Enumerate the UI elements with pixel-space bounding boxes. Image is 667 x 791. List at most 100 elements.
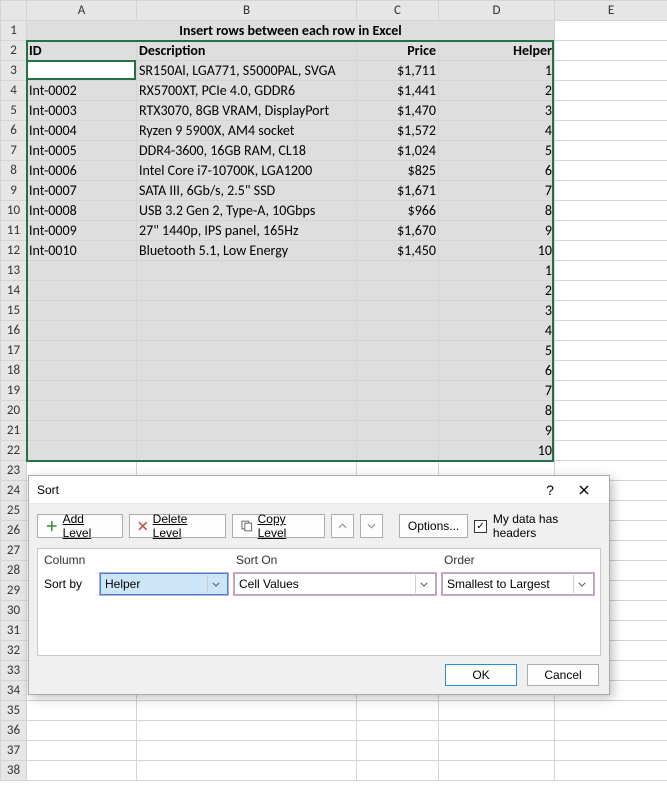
row-header[interactable]: 11 (1, 221, 27, 241)
cell[interactable] (555, 201, 667, 221)
header-price[interactable]: Price (357, 41, 439, 61)
cell-id[interactable]: Int-0005 (27, 141, 137, 161)
row-header[interactable]: 4 (1, 81, 27, 101)
row-header[interactable]: 20 (1, 401, 27, 421)
cell[interactable] (27, 301, 137, 321)
cell-helper[interactable]: 4 (439, 321, 555, 341)
cell[interactable] (555, 301, 667, 321)
cell[interactable] (357, 441, 439, 461)
dialog-close-button[interactable] (567, 479, 601, 501)
cell[interactable] (555, 241, 667, 261)
cell-description[interactable]: RTX3070, 8GB VRAM, DisplayPort (137, 101, 357, 121)
cell[interactable] (27, 381, 137, 401)
cell-description[interactable]: Intel Core i7-10700K, LGA1200 (137, 161, 357, 181)
cell[interactable] (27, 341, 137, 361)
move-up-button[interactable] (331, 514, 354, 538)
cell[interactable] (555, 321, 667, 341)
sort-order-combo[interactable]: Smallest to Largest (442, 573, 594, 595)
row-header[interactable]: 24 (1, 481, 27, 501)
move-down-button[interactable] (360, 514, 383, 538)
row-header[interactable]: 31 (1, 621, 27, 641)
cell-helper[interactable]: 3 (439, 101, 555, 121)
cell[interactable] (555, 441, 667, 461)
options-button[interactable]: Options... (399, 514, 468, 538)
cell-description[interactable]: RX5700XT, PCIe 4.0, GDDR6 (137, 81, 357, 101)
header-description[interactable]: Description (137, 41, 357, 61)
row-header[interactable]: 17 (1, 341, 27, 361)
cancel-button[interactable]: Cancel (527, 664, 599, 686)
cell[interactable] (137, 281, 357, 301)
col-header-D[interactable]: D (439, 1, 555, 21)
cell-price[interactable]: $825 (357, 161, 439, 181)
cell[interactable] (555, 281, 667, 301)
cell[interactable] (357, 421, 439, 441)
row-header[interactable]: 27 (1, 541, 27, 561)
cell-helper[interactable]: 2 (439, 81, 555, 101)
cell[interactable] (439, 701, 555, 721)
cell[interactable] (137, 361, 357, 381)
dialog-titlebar[interactable]: Sort ? (29, 476, 609, 504)
row-header[interactable]: 19 (1, 381, 27, 401)
title-cell[interactable]: Insert rows between each row in Excel (27, 21, 555, 41)
row-header[interactable]: 8 (1, 161, 27, 181)
row-header[interactable]: 18 (1, 361, 27, 381)
cell[interactable] (555, 21, 667, 41)
cell-helper[interactable]: 5 (439, 341, 555, 361)
cell-id[interactable]: Int-0002 (27, 81, 137, 101)
cell-id[interactable]: Int-0006 (27, 161, 137, 181)
row-header[interactable]: 23 (1, 461, 27, 481)
cell[interactable] (137, 721, 357, 741)
cell-helper[interactable]: 1 (439, 261, 555, 281)
cell-price[interactable]: $1,572 (357, 121, 439, 141)
cell[interactable] (357, 361, 439, 381)
col-header-C[interactable]: C (357, 1, 439, 21)
row-header[interactable]: 32 (1, 641, 27, 661)
cell[interactable] (27, 361, 137, 381)
row-header[interactable]: 29 (1, 581, 27, 601)
copy-level-button[interactable]: Copy Level (232, 514, 324, 538)
add-level-button[interactable]: Add Level (37, 514, 123, 538)
row-header[interactable]: 38 (1, 761, 27, 781)
row-header[interactable]: 34 (1, 681, 27, 701)
cell[interactable] (357, 401, 439, 421)
cell[interactable] (27, 421, 137, 441)
cell[interactable] (555, 341, 667, 361)
cell-description[interactable]: Bluetooth 5.1, Low Energy (137, 241, 357, 261)
select-all-corner[interactable] (1, 1, 27, 21)
row-header[interactable]: 12 (1, 241, 27, 261)
cell-helper[interactable]: 10 (439, 241, 555, 261)
cell[interactable] (137, 301, 357, 321)
row-header[interactable]: 16 (1, 321, 27, 341)
cell[interactable] (555, 61, 667, 81)
cell[interactable] (555, 741, 667, 761)
cell[interactable] (555, 41, 667, 61)
cell[interactable] (555, 361, 667, 381)
cell[interactable] (27, 721, 137, 741)
cell-helper[interactable]: 8 (439, 401, 555, 421)
row-header[interactable]: 2 (1, 41, 27, 61)
cell[interactable] (555, 721, 667, 741)
cell-price[interactable]: $1,441 (357, 81, 439, 101)
header-id[interactable]: ID (27, 41, 137, 61)
row-header[interactable]: 6 (1, 121, 27, 141)
cell-helper[interactable]: 9 (439, 221, 555, 241)
cell[interactable] (555, 421, 667, 441)
cell-helper[interactable]: 2 (439, 281, 555, 301)
sort-on-combo[interactable]: Cell Values (234, 573, 436, 595)
cell[interactable] (27, 761, 137, 781)
cell[interactable] (137, 421, 357, 441)
cell-price[interactable]: $1,470 (357, 101, 439, 121)
cell[interactable] (555, 261, 667, 281)
cell[interactable] (357, 301, 439, 321)
row-header[interactable]: 21 (1, 421, 27, 441)
row-header[interactable]: 30 (1, 601, 27, 621)
cell-helper[interactable]: 6 (439, 361, 555, 381)
row-header[interactable]: 33 (1, 661, 27, 681)
cell-id[interactable]: Int-0003 (27, 101, 137, 121)
row-header[interactable]: 5 (1, 101, 27, 121)
col-header-A[interactable]: A (27, 1, 137, 21)
cell-helper[interactable]: 4 (439, 121, 555, 141)
cell[interactable] (555, 141, 667, 161)
cell[interactable] (439, 721, 555, 741)
cell[interactable] (555, 701, 667, 721)
